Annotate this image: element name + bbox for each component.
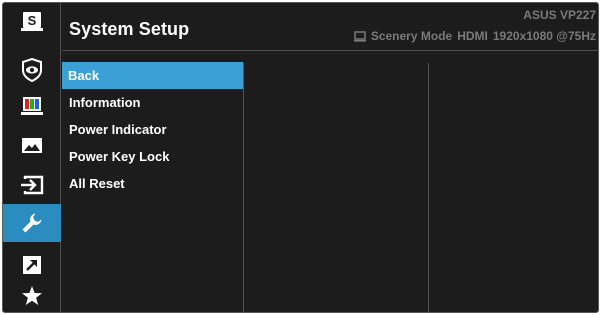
rail-item-image[interactable] xyxy=(3,128,61,164)
icon-rail: S xyxy=(3,3,61,312)
star-icon xyxy=(22,286,42,305)
shortcut-icon xyxy=(23,256,41,274)
menu-item-label: All Reset xyxy=(69,176,125,191)
rail-item-splendid[interactable]: S xyxy=(3,4,61,40)
status-line: Scenery Mode HDMI 1920x1080 @75Hz xyxy=(353,29,596,43)
system-setup-menu: Back Information Power Indicator Power K… xyxy=(62,62,243,197)
menu-item-label: Back xyxy=(68,68,100,83)
eye-care-icon xyxy=(22,58,42,82)
splendid-icon: S xyxy=(21,12,43,31)
wrench-icon xyxy=(22,213,42,233)
column-divider xyxy=(243,63,244,312)
menu-item-power-key-lock[interactable]: Power Key Lock xyxy=(62,143,243,170)
column-divider xyxy=(428,63,429,312)
rail-item-eye-care[interactable] xyxy=(3,52,61,88)
menu-item-label: Information xyxy=(69,95,141,110)
current-resolution: 1920x1080 @75Hz xyxy=(492,29,596,43)
menu-item-label: Power Key Lock xyxy=(69,149,170,164)
rail-item-system-setup[interactable] xyxy=(3,204,61,242)
color-icon xyxy=(21,97,43,115)
rail-item-color[interactable] xyxy=(3,88,61,124)
rail-item-input-select[interactable] xyxy=(3,167,61,203)
osd-header: System Setup ASUS VP227 Scenery Mode HDM… xyxy=(62,3,598,51)
menu-item-information[interactable]: Information xyxy=(62,89,243,116)
monitor-model: ASUS VP227 xyxy=(523,8,596,22)
input-select-icon xyxy=(21,175,44,195)
image-icon xyxy=(22,138,42,153)
menu-item-label: Power Indicator xyxy=(69,122,167,137)
menu-item-back[interactable]: Back xyxy=(62,62,243,89)
monitor-icon xyxy=(353,30,366,42)
menu-item-power-indicator[interactable]: Power Indicator xyxy=(62,116,243,143)
menu-item-all-reset[interactable]: All Reset xyxy=(62,170,243,197)
svg-text:S: S xyxy=(28,13,37,28)
page-title: System Setup xyxy=(69,19,190,39)
current-input: HDMI xyxy=(457,29,488,43)
osd-window: S System Setup ASUS VP227 Scenery Mode H… xyxy=(2,2,599,313)
rail-item-my-favorite[interactable] xyxy=(3,278,61,312)
current-mode: Scenery Mode xyxy=(370,29,453,43)
